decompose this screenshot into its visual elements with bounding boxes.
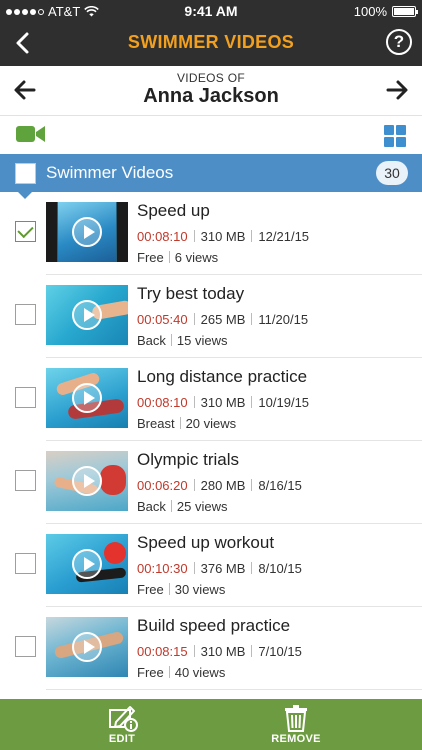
remove-label: REMOVE (271, 733, 321, 745)
nav-bar: SWIMMER VIDEOS ? (0, 22, 422, 66)
videos-of-label: VIDEOS OF (176, 71, 246, 85)
play-icon (72, 300, 102, 330)
swimmer-name: Anna Jackson (143, 85, 279, 107)
video-date: 11/20/15 (258, 312, 309, 327)
edit-button[interactable]: EDIT (72, 702, 172, 748)
video-title: Speed up (137, 201, 210, 220)
edit-label: EDIT (108, 733, 136, 745)
trash-icon (285, 705, 307, 732)
grid-view-icon[interactable] (384, 125, 406, 147)
play-icon (72, 549, 102, 579)
video-date: 8/10/15 (258, 561, 302, 576)
view-toolbar (0, 116, 422, 154)
status-bar: AT&T 9:41 AM 100% (0, 0, 422, 22)
section-title: Swimmer Videos (46, 163, 174, 182)
video-views: 20 views (185, 416, 237, 431)
video-size: 280 MB (200, 478, 246, 493)
video-title: Speed up workout (137, 533, 275, 552)
section-header: Swimmer Videos 30 (0, 154, 422, 199)
video-stroke: Back (137, 499, 166, 514)
page-title: SWIMMER VIDEOS (127, 32, 295, 52)
row-checkbox[interactable] (15, 304, 36, 325)
video-stroke: Breast (137, 416, 175, 431)
video-duration: 00:05:40 (137, 312, 188, 327)
video-camera-icon[interactable] (16, 124, 46, 144)
video-stroke: Free (137, 665, 164, 680)
video-stroke: Back (137, 333, 166, 348)
edit-icon (109, 706, 138, 732)
video-row[interactable]: Olympic trials 00:06:20 280 MB 8/16/15 Bac… (0, 441, 422, 524)
video-size: 310 MB (200, 644, 246, 659)
remove-button[interactable]: REMOVE (246, 702, 346, 748)
video-views: 6 views (174, 250, 219, 265)
top-bar: AT&T 9:41 AM 100% SWIMMER VIDEOS ? (0, 0, 422, 66)
video-views: 15 views (176, 333, 228, 348)
video-views: 25 views (176, 499, 228, 514)
video-duration: 00:08:15 (137, 644, 188, 659)
video-duration: 00:08:10 (137, 395, 188, 410)
video-thumbnail[interactable] (46, 617, 128, 677)
video-row[interactable]: Speed up workout 00:10:30 376 MB 8/10/15 F… (0, 524, 422, 607)
bottom-action-bar: EDIT REMOVE (0, 699, 422, 750)
row-checkbox[interactable] (15, 470, 36, 491)
video-thumbnail[interactable] (46, 451, 128, 511)
play-icon (72, 383, 102, 413)
video-thumbnail[interactable] (46, 202, 128, 262)
row-checkbox[interactable] (15, 553, 36, 574)
video-thumbnail[interactable] (46, 368, 128, 428)
video-date: 10/19/15 (258, 395, 310, 410)
play-icon (72, 632, 102, 662)
video-size: 265 MB (200, 312, 246, 327)
video-views: 30 views (174, 582, 226, 597)
next-swimmer-icon[interactable] (384, 77, 410, 103)
video-row[interactable]: Speed up 00:08:10 310 MB 12/21/15 Free 6 vi… (0, 192, 422, 275)
battery-icon (392, 6, 418, 17)
video-thumbnail[interactable] (46, 534, 128, 594)
row-checkbox[interactable] (15, 221, 36, 242)
battery-percent: 100% (353, 4, 387, 19)
video-row[interactable]: Long distance practice 00:08:10 310 MB 10/… (0, 358, 422, 441)
video-views: 40 views (174, 665, 226, 680)
video-size: 310 MB (200, 395, 246, 410)
video-stroke: Free (137, 250, 164, 265)
video-count-badge: 30 (376, 161, 408, 185)
video-duration: 00:06:20 (137, 478, 188, 493)
video-duration: 00:10:30 (137, 561, 188, 576)
video-row[interactable]: Try best today 00:05:40 265 MB 11/20/15 Ba… (0, 275, 422, 358)
video-size: 376 MB (200, 561, 246, 576)
video-title: Try best today (137, 284, 245, 303)
play-icon (72, 466, 102, 496)
swimmer-selector: VIDEOS OF Anna Jackson (0, 66, 422, 116)
select-all-checkbox[interactable] (15, 163, 36, 184)
row-checkbox[interactable] (15, 387, 36, 408)
video-stroke: Free (137, 582, 164, 597)
row-checkbox[interactable] (15, 636, 36, 657)
video-title: Long distance practice (137, 367, 308, 386)
video-duration: 00:08:10 (137, 229, 188, 244)
help-icon[interactable]: ? (386, 29, 412, 55)
video-date: 12/21/15 (258, 229, 310, 244)
video-date: 7/10/15 (258, 644, 302, 659)
video-title: Olympic trials (137, 450, 240, 469)
video-row[interactable]: Build speed practice 00:08:15 310 MB 7/10/… (0, 607, 422, 690)
video-thumbnail[interactable] (46, 285, 128, 345)
video-date: 8/16/15 (258, 478, 302, 493)
video-size: 310 MB (200, 229, 246, 244)
video-title: Build speed practice (137, 616, 291, 635)
play-icon (72, 217, 102, 247)
